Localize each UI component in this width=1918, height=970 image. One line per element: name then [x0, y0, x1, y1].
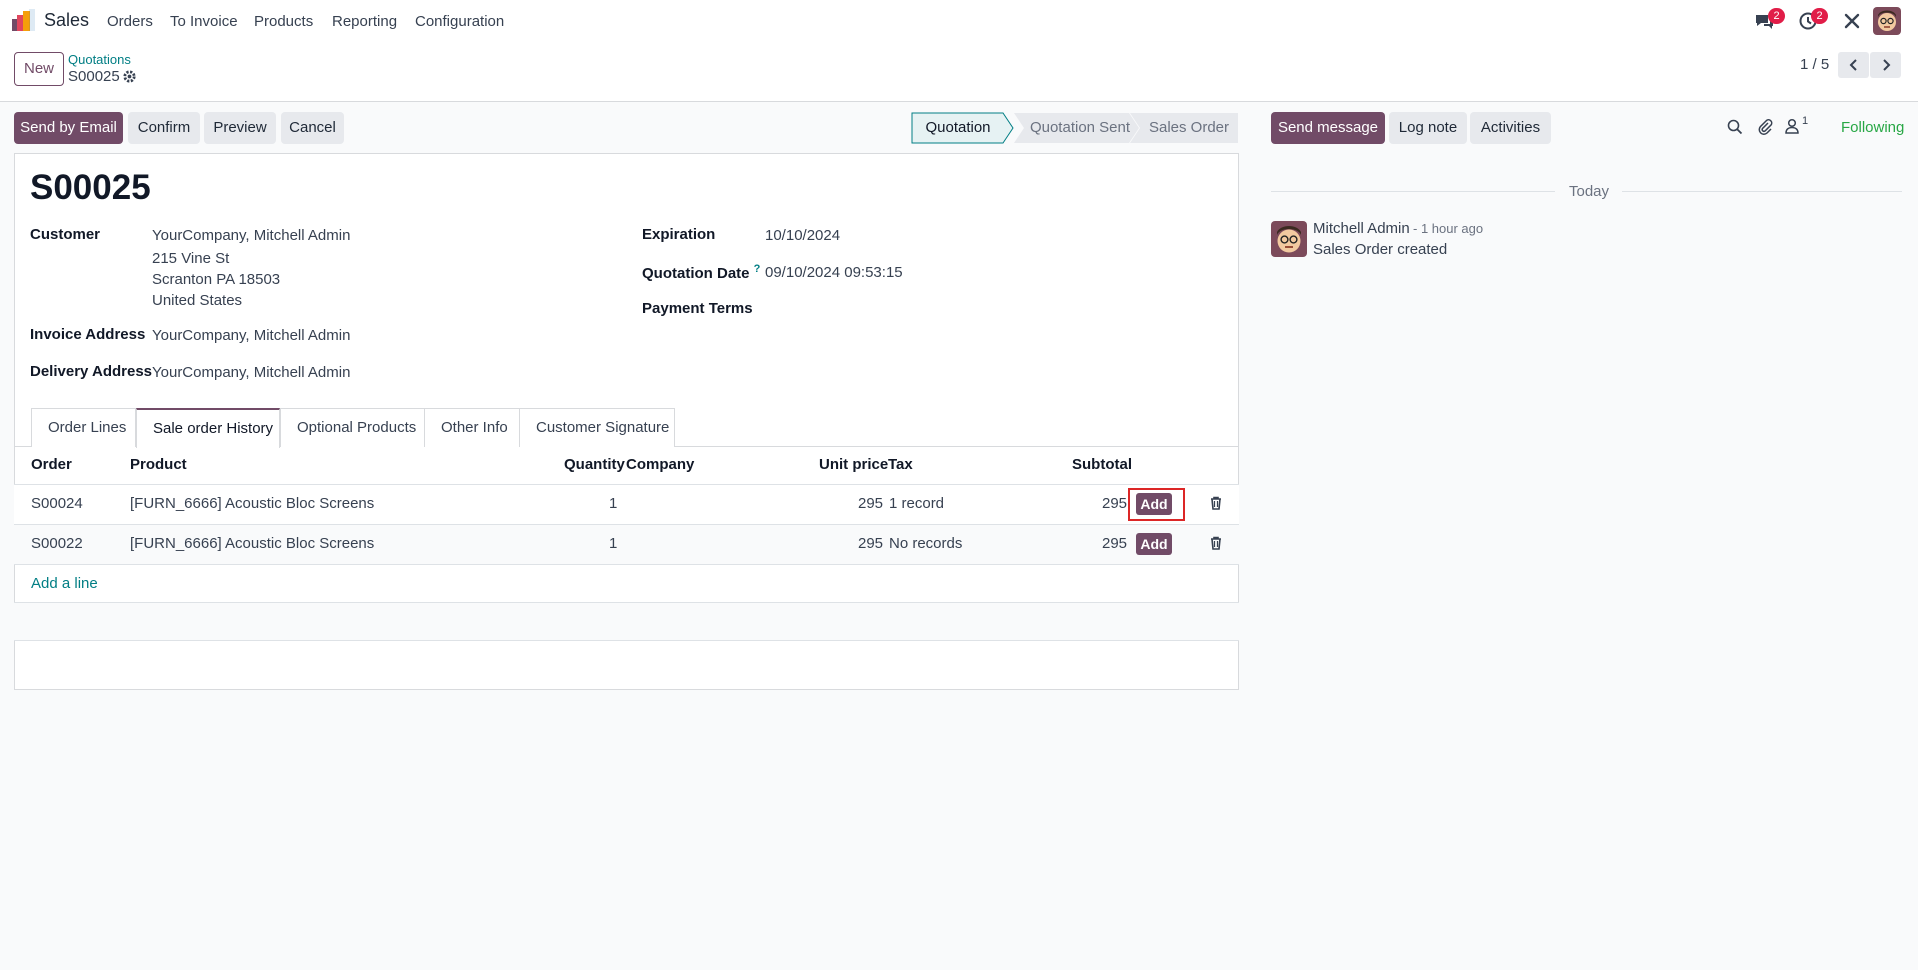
user-avatar[interactable]: [1873, 7, 1901, 35]
menu-products[interactable]: Products: [254, 13, 313, 30]
tab-order-lines[interactable]: Order Lines: [31, 408, 136, 447]
row-divider: [14, 564, 1239, 565]
column-order[interactable]: Order: [31, 456, 72, 473]
row-subtotal: 295: [1102, 535, 1128, 552]
sales-app-icon[interactable]: [12, 9, 36, 31]
paperclip-icon[interactable]: [1757, 118, 1773, 135]
preview-button[interactable]: Preview: [204, 112, 276, 144]
control-panel: New Quotations S00025 1 / 5: [0, 43, 1918, 102]
row-subtotal: 295: [1102, 495, 1128, 512]
confirm-button[interactable]: Confirm: [128, 112, 200, 144]
row-tax: 1 record: [889, 495, 945, 512]
row-tax: No records: [889, 535, 963, 552]
messages-badge: 2: [1768, 8, 1785, 24]
row-order: S00022: [31, 535, 83, 552]
customer-name[interactable]: YourCompany, Mitchell Admin: [152, 227, 350, 244]
column-product[interactable]: Product: [130, 456, 187, 473]
expiration-label: Expiration: [642, 226, 716, 243]
row-product: [FURN_6666] Acoustic Bloc Screens: [130, 535, 375, 552]
row-product: [FURN_6666] Acoustic Bloc Screens: [130, 495, 375, 512]
customer-label: Customer: [30, 226, 101, 243]
row-order: S00024: [31, 495, 83, 512]
payment-terms-label: Payment Terms: [642, 300, 753, 317]
search-icon[interactable]: [1727, 119, 1743, 135]
column-tax[interactable]: Tax: [888, 456, 913, 473]
gear-icon[interactable]: [122, 69, 137, 84]
tab-sale-order-history[interactable]: Sale order History: [136, 408, 280, 448]
message-body: Sales Order created: [1313, 241, 1448, 258]
date-divider-right: [1622, 191, 1902, 192]
date-separator: Today: [1569, 183, 1610, 200]
column-company[interactable]: Company: [626, 456, 694, 473]
message-author-avatar[interactable]: [1271, 221, 1307, 257]
stage-quotation-sent[interactable]: Quotation Sent: [1018, 112, 1142, 144]
customer-street: 215 Vine St: [152, 250, 230, 267]
breadcrumb-current: S00025: [68, 68, 120, 85]
invoice-address-label: Invoice Address: [30, 326, 146, 343]
new-button[interactable]: New: [14, 52, 64, 86]
quotation-date-label: Quotation Date ?: [642, 263, 761, 282]
tab-other-info[interactable]: Other Info: [424, 408, 520, 447]
menu-orders[interactable]: Orders: [107, 13, 153, 30]
trash-icon[interactable]: [1209, 536, 1223, 550]
app-name[interactable]: Sales: [44, 10, 89, 31]
activities-badge: 2: [1811, 8, 1828, 24]
row-unit-price: 295: [858, 535, 884, 552]
pager-previous-button[interactable]: [1838, 52, 1869, 78]
column-quantity[interactable]: Quantity: [564, 456, 625, 473]
log-note-button[interactable]: Log note: [1389, 112, 1467, 144]
chevron-left-icon: [1849, 59, 1857, 71]
delivery-address-field[interactable]: YourCompany, Mitchell Admin: [152, 364, 350, 381]
add-a-line-link[interactable]: Add a line: [31, 575, 98, 592]
menu-reporting[interactable]: Reporting: [332, 13, 397, 30]
customer-country: United States: [152, 292, 243, 309]
tab-customer-signature[interactable]: Customer Signature: [519, 408, 675, 447]
menu-configuration[interactable]: Configuration: [415, 13, 504, 30]
row-unit-price: 295: [858, 495, 884, 512]
row-divider: [14, 640, 1239, 641]
activities-button[interactable]: Activities: [1470, 112, 1551, 144]
send-message-button[interactable]: Send message: [1271, 112, 1385, 144]
date-divider-left: [1271, 191, 1555, 192]
cancel-button[interactable]: Cancel: [281, 112, 344, 144]
pager-next-button[interactable]: [1870, 52, 1901, 78]
delivery-address-label: Delivery Address: [30, 363, 153, 380]
column-unit-price[interactable]: Unit price: [819, 456, 888, 473]
chevron-right-icon: [1882, 59, 1890, 71]
tab-optional-products[interactable]: Optional Products: [280, 408, 425, 447]
column-subtotal[interactable]: Subtotal: [1072, 456, 1132, 473]
top-navbar: Sales Orders To Invoice Products Reporti…: [0, 0, 1918, 43]
invoice-address-field[interactable]: YourCompany, Mitchell Admin: [152, 327, 350, 344]
customer-city: Scranton PA 18503: [152, 271, 281, 288]
row-quantity: 1: [609, 535, 618, 552]
stage-quotation[interactable]: Quotation: [913, 112, 1003, 144]
payment-terms-field[interactable]: [765, 298, 1215, 320]
send-by-email-button[interactable]: Send by Email: [14, 112, 123, 144]
message-time: - 1 hour ago: [1413, 221, 1484, 236]
breadcrumb-quotations[interactable]: Quotations: [68, 52, 131, 67]
message-author[interactable]: Mitchell Admin: [1313, 220, 1410, 237]
followers-count: 1: [1802, 115, 1809, 127]
row-quantity: 1: [609, 495, 618, 512]
stage-sales-order[interactable]: Sales Order: [1140, 112, 1238, 144]
trash-icon[interactable]: [1209, 496, 1223, 510]
add-button[interactable]: Add: [1136, 533, 1172, 555]
tools-icon[interactable]: [1841, 10, 1863, 32]
followers-icon[interactable]: [1785, 118, 1799, 134]
help-tooltip-icon[interactable]: ?: [754, 263, 761, 275]
menu-to-invoice[interactable]: To Invoice: [170, 13, 238, 30]
following-button[interactable]: Following: [1841, 119, 1904, 136]
quotation-date-field[interactable]: 09/10/2024 09:53:15: [765, 264, 903, 281]
table-footer-row: [14, 603, 1239, 640]
pager-value[interactable]: 1 / 5: [1800, 56, 1829, 73]
record-title: S00025: [30, 168, 151, 207]
expiration-field[interactable]: 10/10/2024: [765, 227, 840, 244]
highlight-box: [1128, 488, 1185, 521]
